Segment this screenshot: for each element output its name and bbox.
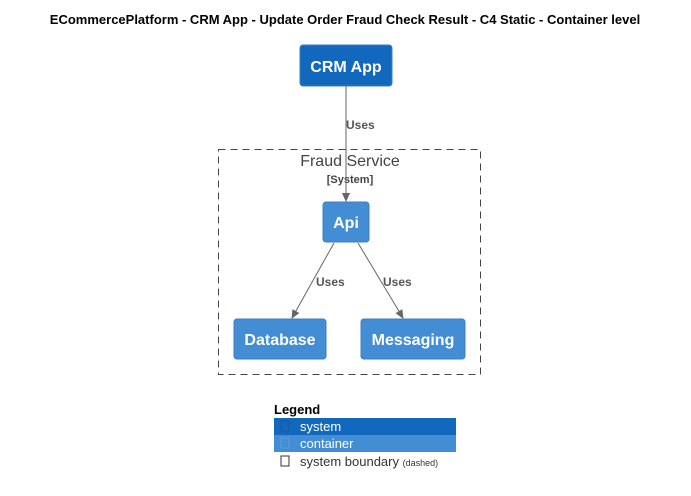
node-messaging[interactable]: Messaging: [360, 318, 466, 360]
legend-item-system-boundary: system boundary (dashed): [280, 454, 438, 469]
legend-item-container: container: [274, 435, 456, 452]
boundary-type-label: [System]: [327, 174, 374, 186]
legend-title: Legend: [274, 402, 320, 417]
diagram-title: ECommercePlatform - CRM App - Update Ord…: [50, 12, 640, 27]
node-label: Messaging: [372, 332, 455, 349]
c4-container-diagram: ECommercePlatform - CRM App - Update Ord…: [50, 12, 640, 469]
legend: Legend system container system boundary …: [274, 402, 456, 469]
node-api[interactable]: Api: [322, 201, 370, 243]
legend-item-system: system: [274, 418, 456, 435]
edge-api-to-messaging[interactable]: Uses: [357, 242, 412, 319]
square-icon: [280, 455, 290, 467]
node-label: Database: [244, 332, 315, 349]
legend-label: container: [300, 436, 354, 451]
edge-label-uses: Uses: [383, 275, 412, 289]
node-label: CRM App: [310, 59, 382, 76]
legend-label: system boundary (dashed): [300, 454, 438, 469]
node-database[interactable]: Database: [233, 318, 327, 360]
edge-api-to-database[interactable]: Uses: [291, 242, 345, 319]
node-crm-app[interactable]: CRM App: [299, 44, 393, 87]
edge-label-uses: Uses: [346, 118, 375, 132]
node-label: Api: [333, 215, 359, 232]
edge-label-uses: Uses: [316, 275, 345, 289]
legend-label: system: [300, 419, 341, 434]
boundary-name: Fraud Service: [300, 153, 400, 170]
